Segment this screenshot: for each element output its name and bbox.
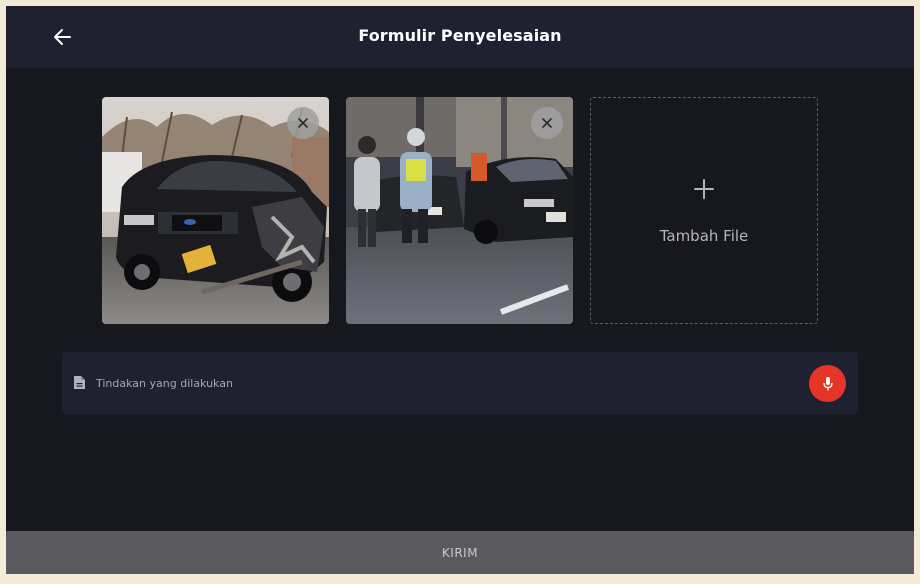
add-file-label: Tambah File xyxy=(659,227,749,245)
app-window: Formulir Penyelesaian Tambah File Tindak… xyxy=(6,6,914,574)
attachment-photo-2[interactable] xyxy=(346,97,573,324)
add-file-plus-wrapper xyxy=(591,178,817,200)
remove-photo-1-button[interactable] xyxy=(287,107,319,139)
voice-input-button[interactable] xyxy=(809,365,846,402)
plus-icon xyxy=(694,179,714,199)
app-bar: Formulir Penyelesaian xyxy=(6,6,914,68)
microphone-icon xyxy=(822,376,833,390)
close-icon xyxy=(542,118,552,128)
add-file-button[interactable]: Tambah File xyxy=(590,97,818,324)
action-taken-field xyxy=(62,352,858,414)
page-title: Formulir Penyelesaian xyxy=(358,26,562,45)
submit-button[interactable]: KIRIM xyxy=(6,531,914,574)
document-icon xyxy=(74,376,85,389)
action-taken-input[interactable] xyxy=(96,374,796,392)
remove-photo-2-button[interactable] xyxy=(531,107,563,139)
attachment-photo-1[interactable] xyxy=(102,97,329,324)
close-icon xyxy=(298,118,308,128)
